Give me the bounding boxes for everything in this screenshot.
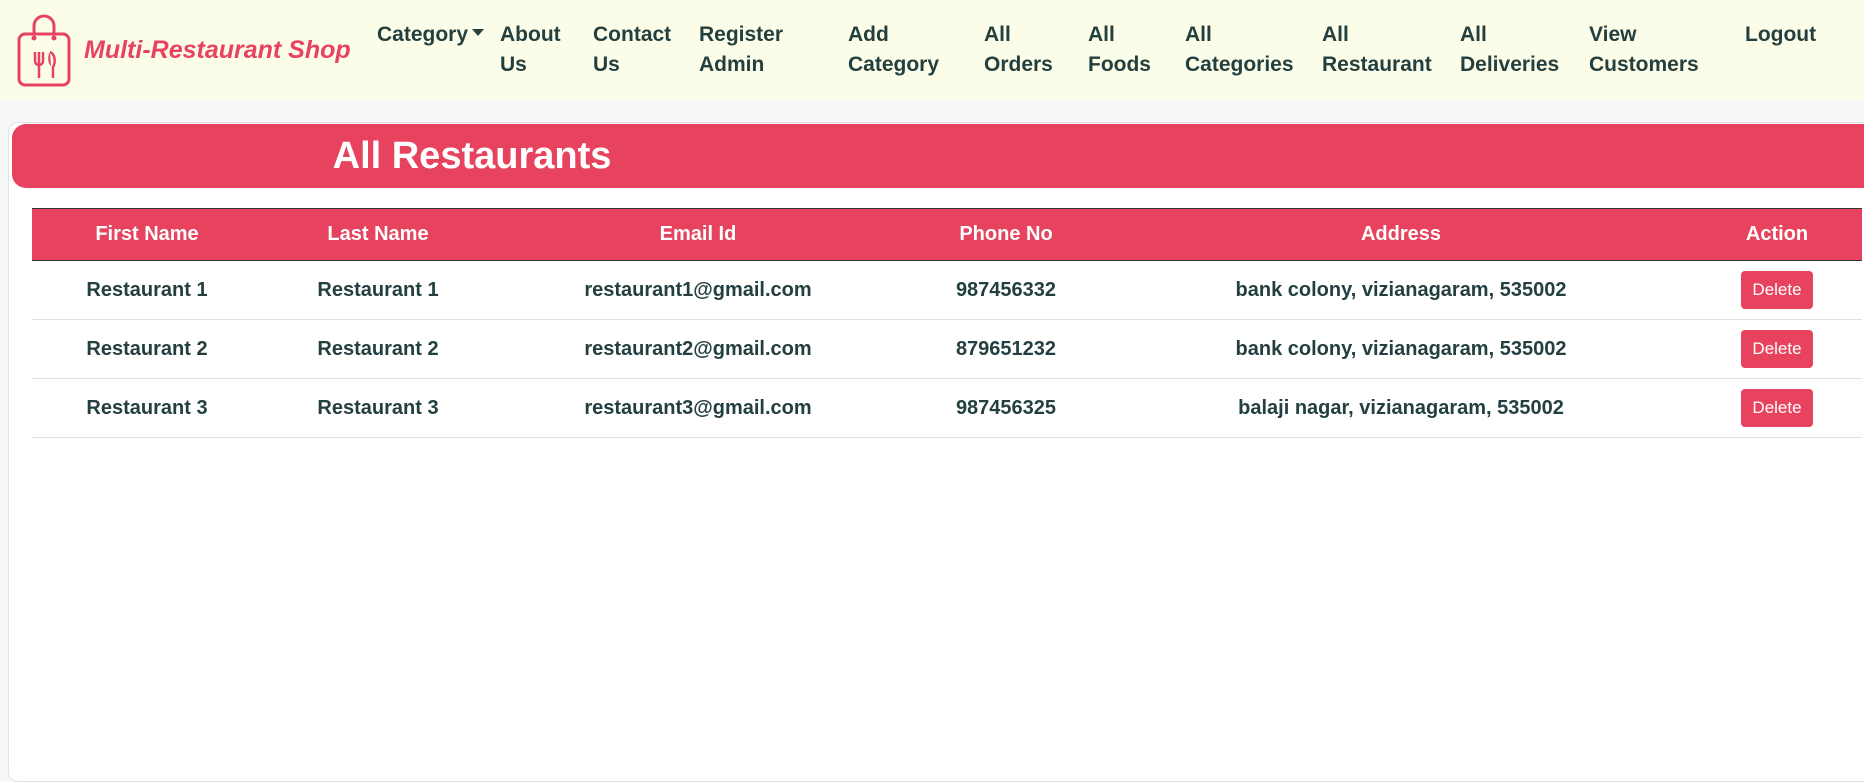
- nav-about-us[interactable]: About Us: [500, 20, 561, 80]
- nav-addcat-line1: Add: [848, 23, 889, 46]
- action-cell: Delete: [1692, 378, 1862, 438]
- address-cell: balaji nagar, vizianagaram, 535002: [1110, 378, 1692, 438]
- nav-register-line1: Register: [699, 23, 784, 46]
- column-header: First Name: [32, 208, 262, 261]
- delete-button[interactable]: Delete: [1741, 389, 1813, 427]
- nav-register-line2: Admin: [699, 53, 765, 76]
- nav-orders-line2: Orders: [984, 53, 1053, 76]
- nav-logout-label: Logout: [1745, 23, 1817, 46]
- table-row: Restaurant 2 Restaurant 2 restaurant2@gm…: [32, 319, 1862, 379]
- shopping-bag-utensils-icon: [17, 14, 71, 87]
- nav-about-line2: Us: [500, 53, 527, 76]
- nav-orders-line1: All: [984, 23, 1011, 46]
- email-cell: restaurant1@gmail.com: [494, 260, 902, 320]
- first-name-cell: Restaurant 1: [32, 260, 262, 320]
- table-header-row: First Name Last Name Email Id Phone No A…: [32, 208, 1862, 261]
- nav-addcat-line2: Category: [848, 53, 940, 76]
- page-header-banner: All Restaurants: [12, 124, 1864, 188]
- nav-cats-line1: All: [1185, 23, 1212, 46]
- delete-button[interactable]: Delete: [1741, 271, 1813, 309]
- caret-down-icon: [472, 28, 485, 36]
- nav-category-label: Category: [377, 23, 469, 46]
- column-header: Last Name: [262, 208, 494, 261]
- first-name-cell: Restaurant 2: [32, 319, 262, 379]
- column-header: Email Id: [494, 208, 902, 261]
- page-title: All Restaurants: [332, 135, 612, 177]
- action-cell: Delete: [1692, 319, 1862, 379]
- email-cell: restaurant2@gmail.com: [494, 319, 902, 379]
- action-cell: Delete: [1692, 260, 1862, 320]
- table-row: Restaurant 3 Restaurant 3 restaurant3@gm…: [32, 378, 1862, 438]
- nav-contact-us[interactable]: Contact Us: [593, 20, 671, 80]
- last-name-cell: Restaurant 1: [262, 260, 494, 320]
- column-header: Phone No: [902, 208, 1110, 261]
- nav-foods-line1: All: [1088, 23, 1115, 46]
- brand-name: Multi-Restaurant Shop: [84, 35, 351, 64]
- nav-all-orders[interactable]: All Orders: [984, 20, 1053, 80]
- nav-register-admin[interactable]: Register Admin: [699, 20, 783, 80]
- phone-cell: 987456325: [902, 378, 1110, 438]
- column-header: Address: [1110, 208, 1692, 261]
- address-cell: bank colony, vizianagaram, 535002: [1110, 319, 1692, 379]
- email-cell: restaurant3@gmail.com: [494, 378, 902, 438]
- phone-cell: 879651232: [902, 319, 1110, 379]
- nav-add-category[interactable]: Add Category: [848, 20, 939, 80]
- nav-all-deliveries[interactable]: All Deliveries: [1460, 20, 1559, 80]
- table-row: Restaurant 1 Restaurant 1 restaurant1@gm…: [32, 260, 1862, 320]
- nav-cust-line2: Customers: [1589, 53, 1699, 76]
- nav-deliv-line2: Deliveries: [1460, 53, 1560, 76]
- column-header: Action: [1692, 208, 1862, 261]
- first-name-cell: Restaurant 3: [32, 378, 262, 438]
- nav-all-categories[interactable]: All Categories: [1185, 20, 1294, 80]
- brand[interactable]: Multi-Restaurant Shop: [16, 12, 351, 88]
- nav-cust-line1: View: [1589, 23, 1637, 46]
- nav-rest-line2: Restaurant: [1322, 53, 1432, 76]
- restaurants-table: First Name Last Name Email Id Phone No A…: [32, 208, 1862, 438]
- nav-about-line1: About: [500, 23, 561, 46]
- nav-foods-line2: Foods: [1088, 53, 1151, 76]
- nav-deliv-line1: All: [1460, 23, 1487, 46]
- nav-rest-line1: All: [1322, 23, 1349, 46]
- nav-category-dropdown[interactable]: Category: [377, 20, 485, 50]
- delete-button[interactable]: Delete: [1741, 330, 1813, 368]
- phone-cell: 987456332: [902, 260, 1110, 320]
- address-cell: bank colony, vizianagaram, 535002: [1110, 260, 1692, 320]
- navbar: Multi-Restaurant Shop Category About Us …: [0, 0, 1864, 100]
- nav-all-foods[interactable]: All Foods: [1088, 20, 1151, 80]
- nav-all-restaurant[interactable]: All Restaurant: [1322, 20, 1432, 80]
- nav-contact-line1: Contact: [593, 23, 672, 46]
- last-name-cell: Restaurant 2: [262, 319, 494, 379]
- last-name-cell: Restaurant 3: [262, 378, 494, 438]
- nav-contact-line2: Us: [593, 53, 620, 76]
- nav-logout[interactable]: Logout: [1745, 20, 1816, 50]
- nav-cats-line2: Categories: [1185, 53, 1294, 76]
- nav-view-customers[interactable]: View Customers: [1589, 20, 1699, 80]
